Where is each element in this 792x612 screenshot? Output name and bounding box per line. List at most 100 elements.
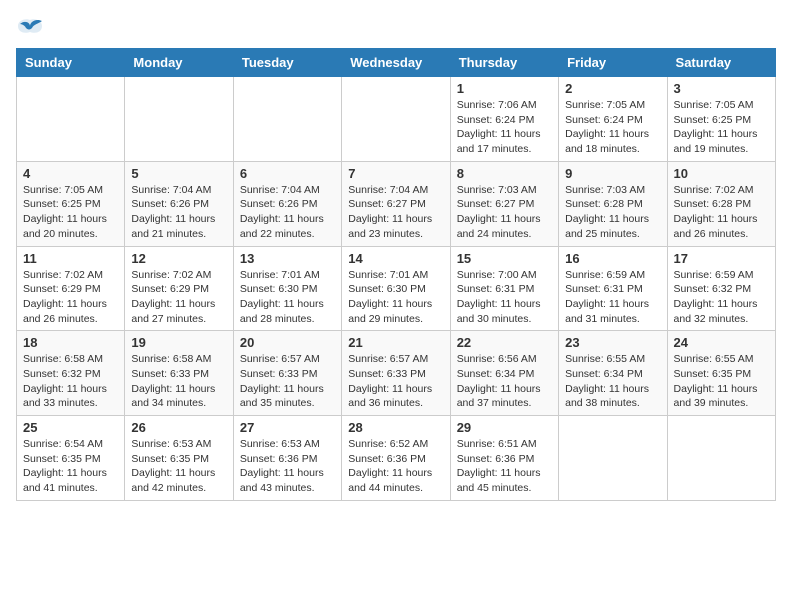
day-number: 10 <box>674 166 769 181</box>
day-info: Sunrise: 7:05 AM Sunset: 6:24 PM Dayligh… <box>565 98 660 157</box>
calendar-cell: 17 Sunrise: 6:59 AM Sunset: 6:32 PM Dayli… <box>667 246 775 331</box>
weekday-header: Monday <box>125 49 233 77</box>
day-info: Sunrise: 7:02 AM Sunset: 6:28 PM Dayligh… <box>674 183 769 242</box>
calendar-cell: 14 Sunrise: 7:01 AM Sunset: 6:30 PM Dayli… <box>342 246 450 331</box>
calendar-week-row: 18 Sunrise: 6:58 AM Sunset: 6:32 PM Dayli… <box>17 331 776 416</box>
day-info: Sunrise: 6:53 AM Sunset: 6:35 PM Dayligh… <box>131 437 226 496</box>
day-number: 16 <box>565 251 660 266</box>
day-info: Sunrise: 6:57 AM Sunset: 6:33 PM Dayligh… <box>348 352 443 411</box>
calendar-cell: 25 Sunrise: 6:54 AM Sunset: 6:35 PM Dayli… <box>17 416 125 501</box>
day-number: 9 <box>565 166 660 181</box>
day-info: Sunrise: 6:51 AM Sunset: 6:36 PM Dayligh… <box>457 437 552 496</box>
day-info: Sunrise: 6:59 AM Sunset: 6:31 PM Dayligh… <box>565 268 660 327</box>
weekday-header-row: SundayMondayTuesdayWednesdayThursdayFrid… <box>17 49 776 77</box>
day-number: 14 <box>348 251 443 266</box>
day-info: Sunrise: 6:52 AM Sunset: 6:36 PM Dayligh… <box>348 437 443 496</box>
day-number: 2 <box>565 81 660 96</box>
day-info: Sunrise: 7:03 AM Sunset: 6:27 PM Dayligh… <box>457 183 552 242</box>
day-number: 7 <box>348 166 443 181</box>
day-info: Sunrise: 7:03 AM Sunset: 6:28 PM Dayligh… <box>565 183 660 242</box>
calendar-cell: 5 Sunrise: 7:04 AM Sunset: 6:26 PM Daylig… <box>125 161 233 246</box>
day-info: Sunrise: 7:06 AM Sunset: 6:24 PM Dayligh… <box>457 98 552 157</box>
day-number: 6 <box>240 166 335 181</box>
calendar-cell: 4Sunrise: 7:05 AM Sunset: 6:25 PM Daylig… <box>17 161 125 246</box>
day-number: 28 <box>348 420 443 435</box>
day-number: 18 <box>23 335 118 350</box>
logo <box>16 16 48 40</box>
weekday-header: Friday <box>559 49 667 77</box>
calendar-cell: 9 Sunrise: 7:03 AM Sunset: 6:28 PM Daylig… <box>559 161 667 246</box>
day-info: Sunrise: 7:02 AM Sunset: 6:29 PM Dayligh… <box>131 268 226 327</box>
calendar-cell: 8 Sunrise: 7:03 AM Sunset: 6:27 PM Daylig… <box>450 161 558 246</box>
calendar-cell: 18 Sunrise: 6:58 AM Sunset: 6:32 PM Dayli… <box>17 331 125 416</box>
calendar-week-row: 25 Sunrise: 6:54 AM Sunset: 6:35 PM Dayli… <box>17 416 776 501</box>
day-number: 20 <box>240 335 335 350</box>
calendar-cell: 10 Sunrise: 7:02 AM Sunset: 6:28 PM Dayli… <box>667 161 775 246</box>
day-info: Sunrise: 7:04 AM Sunset: 6:26 PM Dayligh… <box>240 183 335 242</box>
logo-bird-icon <box>16 16 44 40</box>
calendar-cell: 2 Sunrise: 7:05 AM Sunset: 6:24 PM Daylig… <box>559 77 667 162</box>
calendar-cell: 7 Sunrise: 7:04 AM Sunset: 6:27 PM Daylig… <box>342 161 450 246</box>
calendar-cell: 15 Sunrise: 7:00 AM Sunset: 6:31 PM Dayli… <box>450 246 558 331</box>
calendar-cell <box>667 416 775 501</box>
day-info: Sunrise: 6:54 AM Sunset: 6:35 PM Dayligh… <box>23 437 118 496</box>
day-number: 26 <box>131 420 226 435</box>
day-number: 19 <box>131 335 226 350</box>
calendar-cell: 16 Sunrise: 6:59 AM Sunset: 6:31 PM Dayli… <box>559 246 667 331</box>
calendar-cell: 6 Sunrise: 7:04 AM Sunset: 6:26 PM Daylig… <box>233 161 341 246</box>
calendar-cell: 1 Sunrise: 7:06 AM Sunset: 6:24 PM Daylig… <box>450 77 558 162</box>
day-info: Sunrise: 6:58 AM Sunset: 6:33 PM Dayligh… <box>131 352 226 411</box>
day-info: Sunrise: 7:04 AM Sunset: 6:27 PM Dayligh… <box>348 183 443 242</box>
day-number: 8 <box>457 166 552 181</box>
calendar-cell: 29 Sunrise: 6:51 AM Sunset: 6:36 PM Dayli… <box>450 416 558 501</box>
page-header <box>16 16 776 40</box>
weekday-header: Tuesday <box>233 49 341 77</box>
calendar-cell: 3Sunrise: 7:05 AM Sunset: 6:25 PM Daylig… <box>667 77 775 162</box>
day-number: 24 <box>674 335 769 350</box>
day-number: 1 <box>457 81 552 96</box>
calendar-cell: 11 Sunrise: 7:02 AM Sunset: 6:29 PM Dayli… <box>17 246 125 331</box>
day-info: Sunrise: 7:01 AM Sunset: 6:30 PM Dayligh… <box>348 268 443 327</box>
calendar-cell: 21 Sunrise: 6:57 AM Sunset: 6:33 PM Dayli… <box>342 331 450 416</box>
day-info: Sunrise: 6:57 AM Sunset: 6:33 PM Dayligh… <box>240 352 335 411</box>
weekday-header: Thursday <box>450 49 558 77</box>
day-number: 4 <box>23 166 118 181</box>
day-number: 21 <box>348 335 443 350</box>
day-number: 3 <box>674 81 769 96</box>
day-number: 11 <box>23 251 118 266</box>
day-number: 25 <box>23 420 118 435</box>
calendar-week-row: 4Sunrise: 7:05 AM Sunset: 6:25 PM Daylig… <box>17 161 776 246</box>
day-number: 22 <box>457 335 552 350</box>
calendar-cell: 13Sunrise: 7:01 AM Sunset: 6:30 PM Dayli… <box>233 246 341 331</box>
day-number: 27 <box>240 420 335 435</box>
day-info: Sunrise: 6:58 AM Sunset: 6:32 PM Dayligh… <box>23 352 118 411</box>
calendar-cell: 19 Sunrise: 6:58 AM Sunset: 6:33 PM Dayli… <box>125 331 233 416</box>
calendar-table: SundayMondayTuesdayWednesdayThursdayFrid… <box>16 48 776 501</box>
calendar-cell <box>233 77 341 162</box>
day-info: Sunrise: 7:04 AM Sunset: 6:26 PM Dayligh… <box>131 183 226 242</box>
calendar-cell: 27 Sunrise: 6:53 AM Sunset: 6:36 PM Dayli… <box>233 416 341 501</box>
day-info: Sunrise: 6:56 AM Sunset: 6:34 PM Dayligh… <box>457 352 552 411</box>
day-number: 29 <box>457 420 552 435</box>
day-info: Sunrise: 6:53 AM Sunset: 6:36 PM Dayligh… <box>240 437 335 496</box>
day-number: 23 <box>565 335 660 350</box>
calendar-cell <box>125 77 233 162</box>
calendar-cell: 22 Sunrise: 6:56 AM Sunset: 6:34 PM Dayli… <box>450 331 558 416</box>
day-number: 13 <box>240 251 335 266</box>
calendar-cell: 23Sunrise: 6:55 AM Sunset: 6:34 PM Dayli… <box>559 331 667 416</box>
day-info: Sunrise: 6:55 AM Sunset: 6:35 PM Dayligh… <box>674 352 769 411</box>
calendar-week-row: 1 Sunrise: 7:06 AM Sunset: 6:24 PM Daylig… <box>17 77 776 162</box>
day-number: 17 <box>674 251 769 266</box>
weekday-header: Saturday <box>667 49 775 77</box>
day-info: Sunrise: 6:59 AM Sunset: 6:32 PM Dayligh… <box>674 268 769 327</box>
weekday-header: Wednesday <box>342 49 450 77</box>
day-number: 5 <box>131 166 226 181</box>
weekday-header: Sunday <box>17 49 125 77</box>
day-info: Sunrise: 7:02 AM Sunset: 6:29 PM Dayligh… <box>23 268 118 327</box>
calendar-cell <box>17 77 125 162</box>
day-number: 15 <box>457 251 552 266</box>
calendar-week-row: 11 Sunrise: 7:02 AM Sunset: 6:29 PM Dayli… <box>17 246 776 331</box>
day-number: 12 <box>131 251 226 266</box>
calendar-cell <box>559 416 667 501</box>
day-info: Sunrise: 7:00 AM Sunset: 6:31 PM Dayligh… <box>457 268 552 327</box>
